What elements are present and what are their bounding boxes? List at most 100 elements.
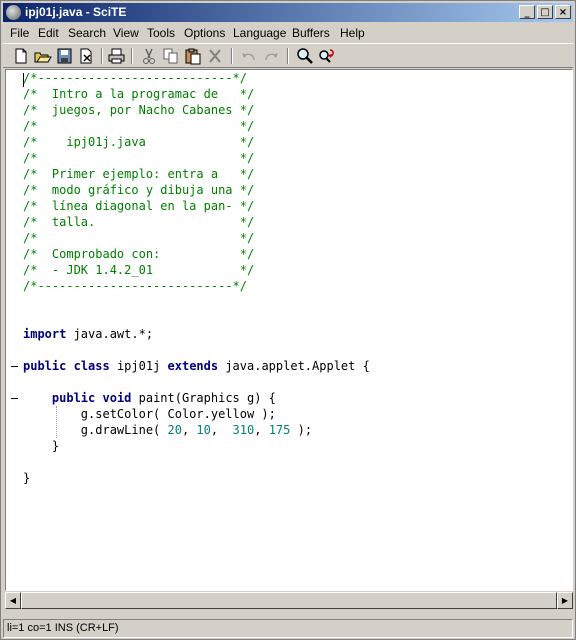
close-button[interactable]: × — [555, 5, 571, 19]
code-line: /* línea diagonal en la pan- */ — [23, 198, 254, 214]
code-line: /* */ — [23, 230, 254, 246]
code-token: /* ipj01j.java */ — [23, 135, 255, 149]
menu-search[interactable]: Search — [68, 26, 106, 40]
code-token: , — [210, 423, 233, 437]
replace-icon[interactable] — [317, 47, 337, 65]
scrollbar-thumb[interactable] — [21, 592, 557, 609]
delete-icon[interactable] — [205, 47, 225, 65]
find-icon[interactable] — [295, 47, 315, 65]
code-token: /* línea diagonal en la pan- */ — [23, 199, 255, 213]
code-token: /* modo gráfico y dibuja una */ — [23, 183, 255, 197]
code-token: /* Primer ejemplo: entra a */ — [23, 167, 255, 181]
fold-marker-icon[interactable] — [11, 398, 18, 399]
code-token: /*---------------------------*/ — [23, 279, 247, 293]
code-token: java.applet.Applet { — [218, 359, 370, 373]
code-line: public void paint(Graphics g) { — [23, 390, 276, 406]
code-token: 310 — [232, 423, 255, 437]
code-line: /*---------------------------*/ — [23, 70, 247, 86]
code-token: } — [23, 439, 60, 453]
code-line: /* talla. */ — [23, 214, 254, 230]
code-token: /* */ — [23, 119, 255, 133]
menu-tools[interactable]: Tools — [147, 26, 175, 40]
menu-help[interactable]: Help — [340, 26, 365, 40]
scite-app-icon[interactable] — [6, 5, 21, 20]
maximize-button[interactable]: □ — [537, 5, 553, 19]
fold-marker-icon[interactable] — [11, 366, 18, 367]
menu-view[interactable]: View — [113, 26, 139, 40]
code-line: /* modo gráfico y dibuja una */ — [23, 182, 254, 198]
copy-icon[interactable] — [161, 47, 181, 65]
code-line: /* Primer ejemplo: entra a */ — [23, 166, 254, 182]
code-token: , — [254, 423, 269, 437]
code-token: g.drawLine( — [23, 423, 168, 437]
scite-window: ipj01j.java - SciTE _ □ × File Edit Sear… — [0, 0, 576, 640]
menu-file[interactable]: File — [10, 26, 29, 40]
code-line: } — [23, 438, 59, 454]
scroll-right-arrow-icon[interactable]: ▶ — [557, 592, 573, 609]
cut-icon[interactable] — [139, 47, 159, 65]
save-icon[interactable] — [55, 47, 75, 65]
code-token: /* Comprobado con: */ — [23, 247, 255, 261]
print-icon[interactable] — [107, 47, 127, 65]
code-token: public — [51, 391, 96, 405]
code-token: 20 — [167, 423, 182, 437]
indent-guide — [56, 406, 57, 438]
menu-edit[interactable]: Edit — [38, 26, 59, 40]
code-token: /* talla. */ — [23, 215, 255, 229]
new-file-icon[interactable] — [11, 47, 31, 65]
horizontal-scrollbar[interactable]: ◀ ▶ — [5, 592, 573, 609]
code-line: public class ipj01j extends java.applet.… — [23, 358, 370, 374]
undo-icon[interactable] — [239, 47, 259, 65]
window-title: ipj01j.java - SciTE — [25, 5, 127, 19]
code-line: /*---------------------------*/ — [23, 278, 247, 294]
toolbar-separator — [287, 48, 289, 64]
menu-buffers[interactable]: Buffers — [292, 26, 330, 40]
scroll-left-arrow-icon[interactable]: ◀ — [5, 592, 21, 609]
toolbar-separator — [131, 48, 133, 64]
code-token: 175 — [268, 423, 291, 437]
code-token: /* */ — [23, 231, 255, 245]
code-token: import — [23, 327, 67, 341]
code-line: /* ipj01j.java */ — [23, 134, 254, 150]
code-line: /* Intro a la programac de */ — [23, 86, 254, 102]
code-token: } — [23, 471, 31, 485]
status-bar: li=1 co=1 INS (CR+LF) — [3, 619, 573, 638]
toolbar — [3, 43, 573, 68]
code-token: ); — [290, 423, 313, 437]
code-token: void — [102, 391, 132, 405]
code-token: /* */ — [23, 151, 255, 165]
menu-options[interactable]: Options — [184, 26, 225, 40]
code-line: /* Comprobado con: */ — [23, 246, 254, 262]
code-line: /* - JDK 1.4.2_01 */ — [23, 262, 254, 278]
code-token: class — [73, 359, 110, 373]
code-line: g.drawLine( 20, 10, 310, 175 ); — [23, 422, 312, 438]
code-line: import java.awt.*; — [23, 326, 153, 342]
code-line: } — [23, 470, 30, 486]
code-token: extends — [167, 359, 219, 373]
code-token: 10 — [196, 423, 211, 437]
redo-icon[interactable] — [261, 47, 281, 65]
code-token: public — [23, 359, 67, 373]
minimize-button[interactable]: _ — [519, 5, 535, 19]
code-line: /* */ — [23, 118, 254, 134]
status-text: li=1 co=1 INS (CR+LF) — [7, 622, 119, 634]
open-folder-icon[interactable] — [33, 47, 53, 65]
menu-language[interactable]: Language — [233, 26, 286, 40]
code-line: /* juegos, por Nacho Cabanes */ — [23, 102, 254, 118]
code-editor[interactable]: /*---------------------------*/ /* Intro … — [5, 69, 573, 591]
code-token: /* juegos, por Nacho Cabanes */ — [23, 103, 255, 117]
toolbar-separator — [231, 48, 233, 64]
code-token: /* - JDK 1.4.2_01 */ — [23, 263, 255, 277]
title-bar[interactable]: ipj01j.java - SciTE _ □ × — [3, 3, 573, 22]
code-token: ipj01j — [109, 359, 168, 373]
paste-icon[interactable] — [183, 47, 203, 65]
toolbar-separator — [101, 48, 103, 64]
close-file-icon[interactable] — [77, 47, 97, 65]
menu-bar: File Edit Search View Tools Options Lang… — [3, 23, 573, 42]
code-token: java.awt.*; — [66, 327, 154, 341]
code-line: /* */ — [23, 150, 254, 166]
code-token: /*---------------------------*/ — [23, 71, 247, 85]
